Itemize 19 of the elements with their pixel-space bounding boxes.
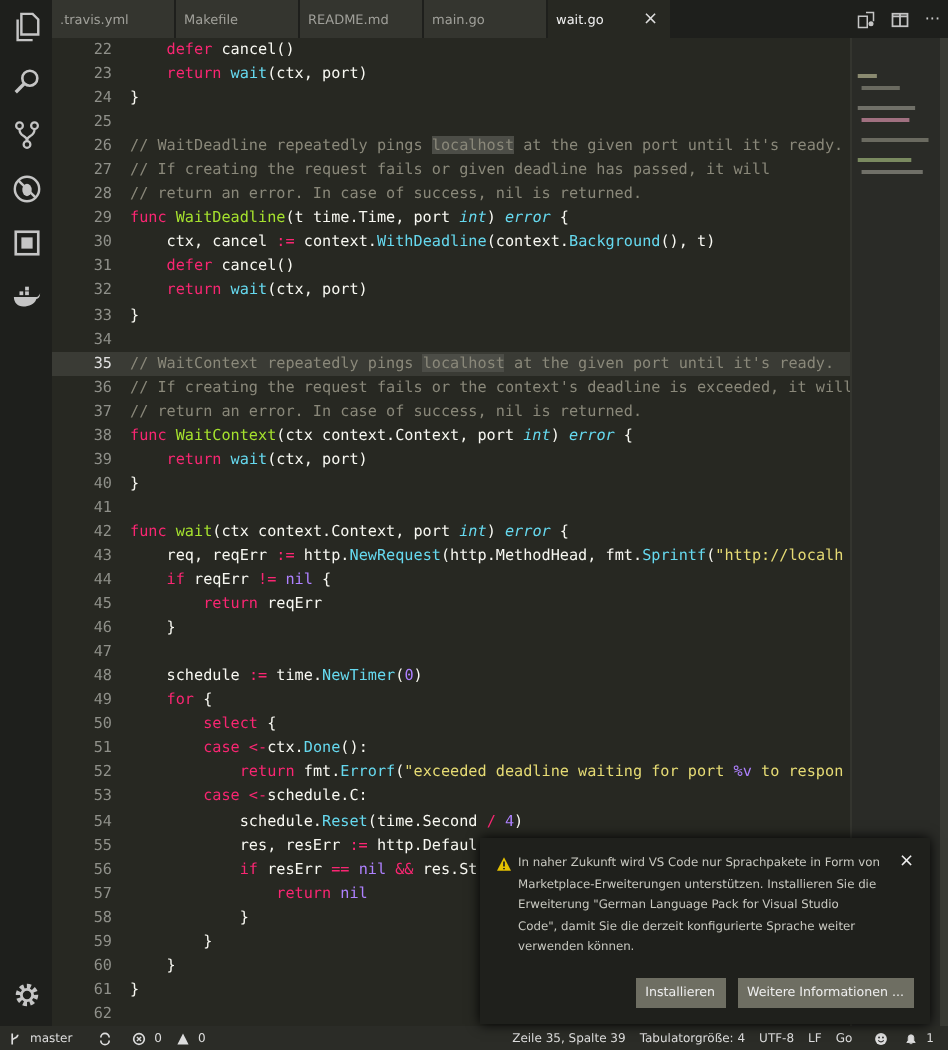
branch-icon (8, 1031, 22, 1045)
debug-icon[interactable] (11, 174, 41, 204)
bell-icon[interactable] (904, 1031, 919, 1045)
warning-icon (176, 1031, 190, 1045)
close-button[interactable]: × (898, 854, 914, 872)
more-actions-button[interactable]: ··· (924, 10, 940, 28)
extensions-icon[interactable] (11, 228, 41, 258)
source-control-icon[interactable] (11, 120, 41, 150)
sync-icon[interactable] (98, 1031, 113, 1045)
settings-icon[interactable] (11, 980, 41, 1010)
compare-icon[interactable] (856, 9, 877, 29)
error-icon (132, 1031, 147, 1045)
split-editor-icon[interactable] (890, 9, 911, 29)
search-icon[interactable] (11, 66, 41, 96)
close-icon[interactable]: × (642, 9, 658, 29)
files-icon[interactable] (11, 12, 41, 42)
whale-icon[interactable] (11, 282, 41, 312)
smiley-icon[interactable] (874, 1031, 889, 1045)
warning-icon (496, 856, 512, 872)
